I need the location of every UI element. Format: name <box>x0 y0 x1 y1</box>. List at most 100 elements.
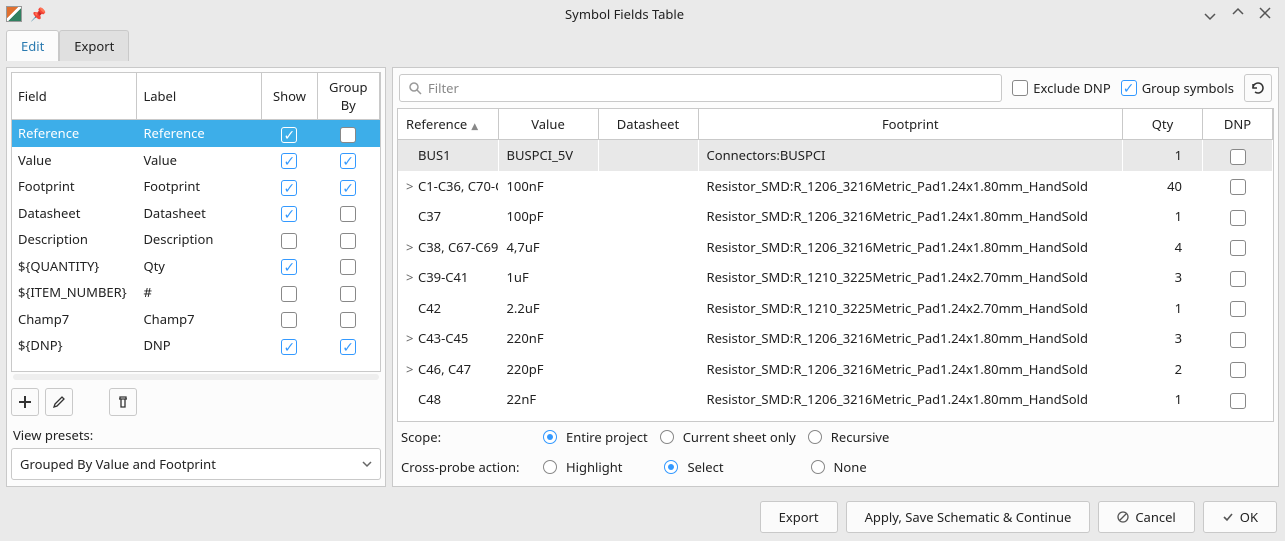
fields-table[interactable]: Field Label Show Group By ReferenceRefer… <box>11 72 381 372</box>
datasheet-cell <box>598 384 698 415</box>
col-reference[interactable]: Reference▲ <box>398 109 498 140</box>
value-cell: 100nF <box>498 171 598 202</box>
show-checkbox[interactable] <box>281 312 297 328</box>
table-row[interactable]: >C1-C36, C70-C100nFResistor_SMD:R_1206_3… <box>398 171 1273 202</box>
show-checkbox[interactable] <box>281 259 297 275</box>
dnp-checkbox[interactable] <box>1230 240 1246 256</box>
crossprobe-highlight[interactable]: Highlight <box>543 458 622 476</box>
show-checkbox[interactable] <box>281 127 297 143</box>
maximize-button[interactable] <box>1231 7 1251 21</box>
filter-placeholder: Filter <box>428 79 459 97</box>
tab-bar: Edit Export <box>0 28 1285 61</box>
groupby-checkbox[interactable] <box>340 153 356 169</box>
table-row[interactable]: C37100pFResistor_SMD:R_1206_3216Metric_P… <box>398 201 1273 232</box>
exclude-dnp-checkbox[interactable]: Exclude DNP <box>1012 79 1110 97</box>
dnp-checkbox[interactable] <box>1230 179 1246 195</box>
dnp-checkbox[interactable] <box>1230 332 1246 348</box>
view-presets-combo[interactable]: Grouped By Value and Footprint <box>11 448 381 480</box>
minimize-button[interactable] <box>1203 7 1223 21</box>
col-datasheet[interactable]: Datasheet <box>598 109 698 140</box>
field-row[interactable]: FootprintFootprint <box>12 173 380 200</box>
refresh-button[interactable] <box>1244 74 1272 102</box>
expand-icon[interactable]: > <box>406 177 418 195</box>
field-row[interactable]: ${DNP}DNP <box>12 332 380 359</box>
field-row[interactable]: DescriptionDescription <box>12 226 380 253</box>
table-row[interactable]: >C39-C411uFResistor_SMD:R_1210_3225Metri… <box>398 262 1273 293</box>
col-footprint[interactable]: Footprint <box>698 109 1123 140</box>
dnp-checkbox[interactable] <box>1230 271 1246 287</box>
groupby-checkbox[interactable] <box>340 233 356 249</box>
show-checkbox[interactable] <box>281 233 297 249</box>
expand-icon[interactable]: > <box>406 360 418 378</box>
field-row[interactable]: ReferenceReference <box>12 120 380 147</box>
cancel-button[interactable]: Cancel <box>1098 501 1194 533</box>
scope-entire-project[interactable]: Entire project <box>543 428 648 446</box>
fields-h-scrollbar[interactable] <box>11 372 381 382</box>
field-name-cell: Reference <box>12 120 137 147</box>
groupby-checkbox[interactable] <box>340 286 356 302</box>
group-symbols-checkbox[interactable]: Group symbols <box>1121 79 1234 97</box>
delete-field-button[interactable] <box>109 388 137 416</box>
groupby-checkbox[interactable] <box>340 339 356 355</box>
groupby-checkbox[interactable] <box>340 206 356 222</box>
show-checkbox[interactable] <box>281 339 297 355</box>
groupby-checkbox[interactable] <box>340 180 356 196</box>
show-checkbox[interactable] <box>281 286 297 302</box>
groupby-checkbox[interactable] <box>340 312 356 328</box>
groupby-checkbox[interactable] <box>340 127 356 143</box>
dnp-checkbox[interactable] <box>1230 393 1246 409</box>
symbols-panel: Filter Exclude DNP Group symbols <box>392 67 1279 487</box>
field-row[interactable]: Champ7Champ7 <box>12 306 380 333</box>
fields-header-show[interactable]: Show <box>262 73 317 120</box>
groupby-checkbox[interactable] <box>340 259 356 275</box>
dnp-checkbox[interactable] <box>1230 362 1246 378</box>
field-row[interactable]: ${ITEM_NUMBER}# <box>12 279 380 306</box>
dnp-checkbox[interactable] <box>1230 149 1246 165</box>
expand-icon[interactable]: > <box>406 238 418 256</box>
col-value[interactable]: Value <box>498 109 598 140</box>
col-dnp[interactable]: DNP <box>1203 109 1273 140</box>
edit-field-button[interactable] <box>45 388 73 416</box>
expand-icon[interactable]: > <box>406 329 418 347</box>
scope-current-sheet[interactable]: Current sheet only <box>660 428 796 446</box>
apply-save-continue-button[interactable]: Apply, Save Schematic & Continue <box>846 501 1091 533</box>
table-row[interactable]: >C46, C47220pFResistor_SMD:R_1206_3216Me… <box>398 354 1273 385</box>
pin-icon[interactable]: 📌 <box>30 5 46 23</box>
show-checkbox[interactable] <box>281 180 297 196</box>
app-icon <box>6 6 22 22</box>
close-button[interactable] <box>1259 7 1279 21</box>
crossprobe-none[interactable]: None <box>811 458 867 476</box>
value-cell: 100pF <box>498 201 598 232</box>
add-field-button[interactable] <box>11 388 39 416</box>
table-row[interactable]: >C38, C67-C694,7uFResistor_SMD:R_1206_32… <box>398 232 1273 263</box>
table-row[interactable]: C4822nFResistor_SMD:R_1206_3216Metric_Pa… <box>398 384 1273 415</box>
tab-edit[interactable]: Edit <box>6 30 59 61</box>
fields-header-field[interactable]: Field <box>12 73 137 120</box>
table-row[interactable]: C422.2uFResistor_SMD:R_1210_3225Metric_P… <box>398 293 1273 324</box>
show-checkbox[interactable] <box>281 206 297 222</box>
field-row[interactable]: DatasheetDatasheet <box>12 200 380 227</box>
checkbox-icon <box>1121 80 1137 96</box>
field-row[interactable]: ${QUANTITY}Qty <box>12 253 380 280</box>
field-name-cell: Description <box>12 226 137 253</box>
ref-cell: >C43-C45 <box>398 323 498 354</box>
table-row[interactable]: >C43-C45220nFResistor_SMD:R_1206_3216Met… <box>398 323 1273 354</box>
crossprobe-select[interactable]: Select <box>664 458 723 476</box>
symbols-table[interactable]: Reference▲ Value Datasheet Footprint Qty… <box>397 108 1274 422</box>
fields-header-groupby[interactable]: Group By <box>317 73 380 120</box>
tab-export[interactable]: Export <box>59 30 129 61</box>
fields-header-label[interactable]: Label <box>137 73 262 120</box>
show-checkbox[interactable] <box>281 153 297 169</box>
expand-icon[interactable]: > <box>406 268 418 286</box>
ok-button[interactable]: OK <box>1203 501 1277 533</box>
export-button[interactable]: Export <box>760 501 838 533</box>
scope-recursive[interactable]: Recursive <box>808 428 890 446</box>
dnp-checkbox[interactable] <box>1230 301 1246 317</box>
ref-cell: C37 <box>398 201 498 232</box>
dnp-checkbox[interactable] <box>1230 210 1246 226</box>
col-qty[interactable]: Qty <box>1123 109 1203 140</box>
table-row[interactable]: BUS1BUSPCI_5VConnectors:BUSPCI1 <box>398 140 1273 171</box>
field-row[interactable]: ValueValue <box>12 147 380 174</box>
filter-input[interactable]: Filter <box>399 74 1002 102</box>
datasheet-cell <box>598 354 698 385</box>
